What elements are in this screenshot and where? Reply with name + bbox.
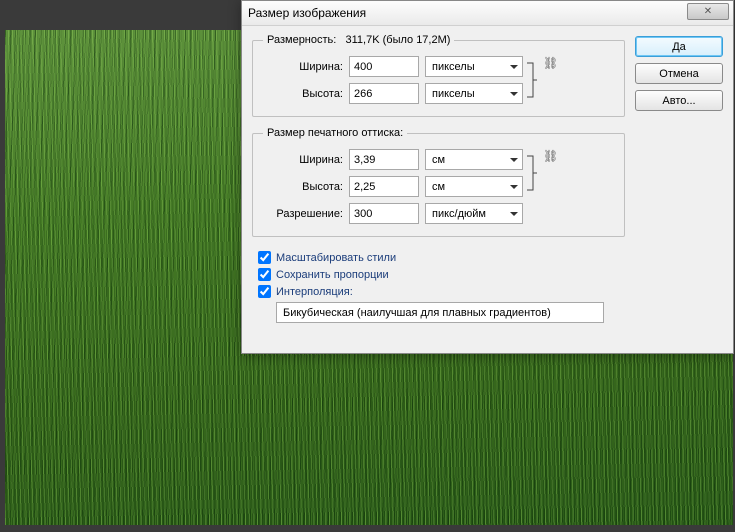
doc-height-unit-select[interactable]: см [425, 176, 523, 197]
constrain-checkbox-row[interactable]: Сохранить пропорции [258, 268, 619, 281]
pixel-dimensions-legend: Размерность: 311,7K (было 17,2M) [263, 34, 454, 46]
button-label: Да [672, 41, 686, 53]
resample-checkbox[interactable] [258, 285, 271, 298]
resample-checkbox-row[interactable]: Интерполяция: [258, 285, 619, 298]
doc-width-input[interactable] [349, 149, 419, 170]
resolution-unit-select[interactable]: пикс/дюйм [425, 203, 523, 224]
doc-height-input[interactable] [349, 176, 419, 197]
dialog-title: Размер изображения [248, 6, 366, 20]
close-button[interactable]: ✕ [687, 3, 729, 20]
pixel-width-input[interactable] [349, 56, 419, 77]
unit-label: пикселы [432, 88, 475, 100]
height-label: Высота: [263, 88, 343, 100]
doc-width-unit-select[interactable]: см [425, 149, 523, 170]
interpolation-select[interactable]: Бикубическая (наилучшая для плавных град… [276, 302, 604, 323]
document-size-group: Размер печатного оттиска: Ширина: см [252, 127, 625, 237]
ok-button[interactable]: Да [635, 36, 723, 57]
cancel-button[interactable]: Отмена [635, 63, 723, 84]
options-area: Масштабировать стили Сохранить пропорции… [252, 247, 625, 329]
legend-prefix: Размерность: [267, 34, 336, 46]
button-label: Авто... [662, 95, 695, 107]
unit-label: см [432, 154, 445, 166]
interpolation-label: Бикубическая (наилучшая для плавных град… [283, 307, 551, 319]
button-label: Отмена [659, 68, 698, 80]
dialog-body: Размерность: 311,7K (было 17,2M) Ширина:… [242, 26, 733, 337]
image-size-dialog: Размер изображения ✕ Размерность: 311,7K… [241, 0, 734, 354]
unit-label: см [432, 181, 445, 193]
chevron-down-icon [510, 92, 518, 96]
checkbox-label: Сохранить пропорции [276, 269, 389, 281]
chevron-down-icon [510, 212, 518, 216]
auto-button[interactable]: Авто... [635, 90, 723, 111]
size-info: 311,7K (было 17,2M) [346, 34, 451, 46]
width-label: Ширина: [263, 61, 343, 73]
pixel-width-unit-select[interactable]: пикселы [425, 56, 523, 77]
dialog-titlebar[interactable]: Размер изображения ✕ [242, 1, 733, 26]
constrain-bracket-icon [525, 149, 539, 197]
unit-label: пикс/дюйм [432, 208, 486, 220]
checkbox-label: Интерполяция: [276, 286, 353, 298]
dialog-buttons-panel: Да Отмена Авто... [635, 34, 723, 329]
document-size-legend: Размер печатного оттиска: [263, 127, 407, 139]
doc-height-label: Высота: [263, 181, 343, 193]
doc-width-label: Ширина: [263, 154, 343, 166]
chevron-down-icon [510, 158, 518, 162]
pixel-height-input[interactable] [349, 83, 419, 104]
resolution-input[interactable] [349, 203, 419, 224]
constrain-checkbox[interactable] [258, 268, 271, 281]
link-icon: ⛓ [543, 56, 558, 104]
constrain-bracket-icon [525, 56, 539, 104]
canvas-area: Размер изображения ✕ Размерность: 311,7K… [0, 0, 735, 532]
scale-styles-checkbox[interactable] [258, 251, 271, 264]
dialog-left-panel: Размерность: 311,7K (было 17,2M) Ширина:… [252, 34, 625, 329]
link-icon: ⛓ [543, 149, 558, 197]
chevron-down-icon [510, 185, 518, 189]
pixel-dimensions-group: Размерность: 311,7K (было 17,2M) Ширина:… [252, 34, 625, 117]
pixel-height-unit-select[interactable]: пикселы [425, 83, 523, 104]
unit-label: пикселы [432, 61, 475, 73]
checkbox-label: Масштабировать стили [276, 252, 396, 264]
resolution-label: Разрешение: [263, 208, 343, 220]
scale-styles-checkbox-row[interactable]: Масштабировать стили [258, 251, 619, 264]
close-icon: ✕ [704, 6, 712, 17]
chevron-down-icon [510, 65, 518, 69]
